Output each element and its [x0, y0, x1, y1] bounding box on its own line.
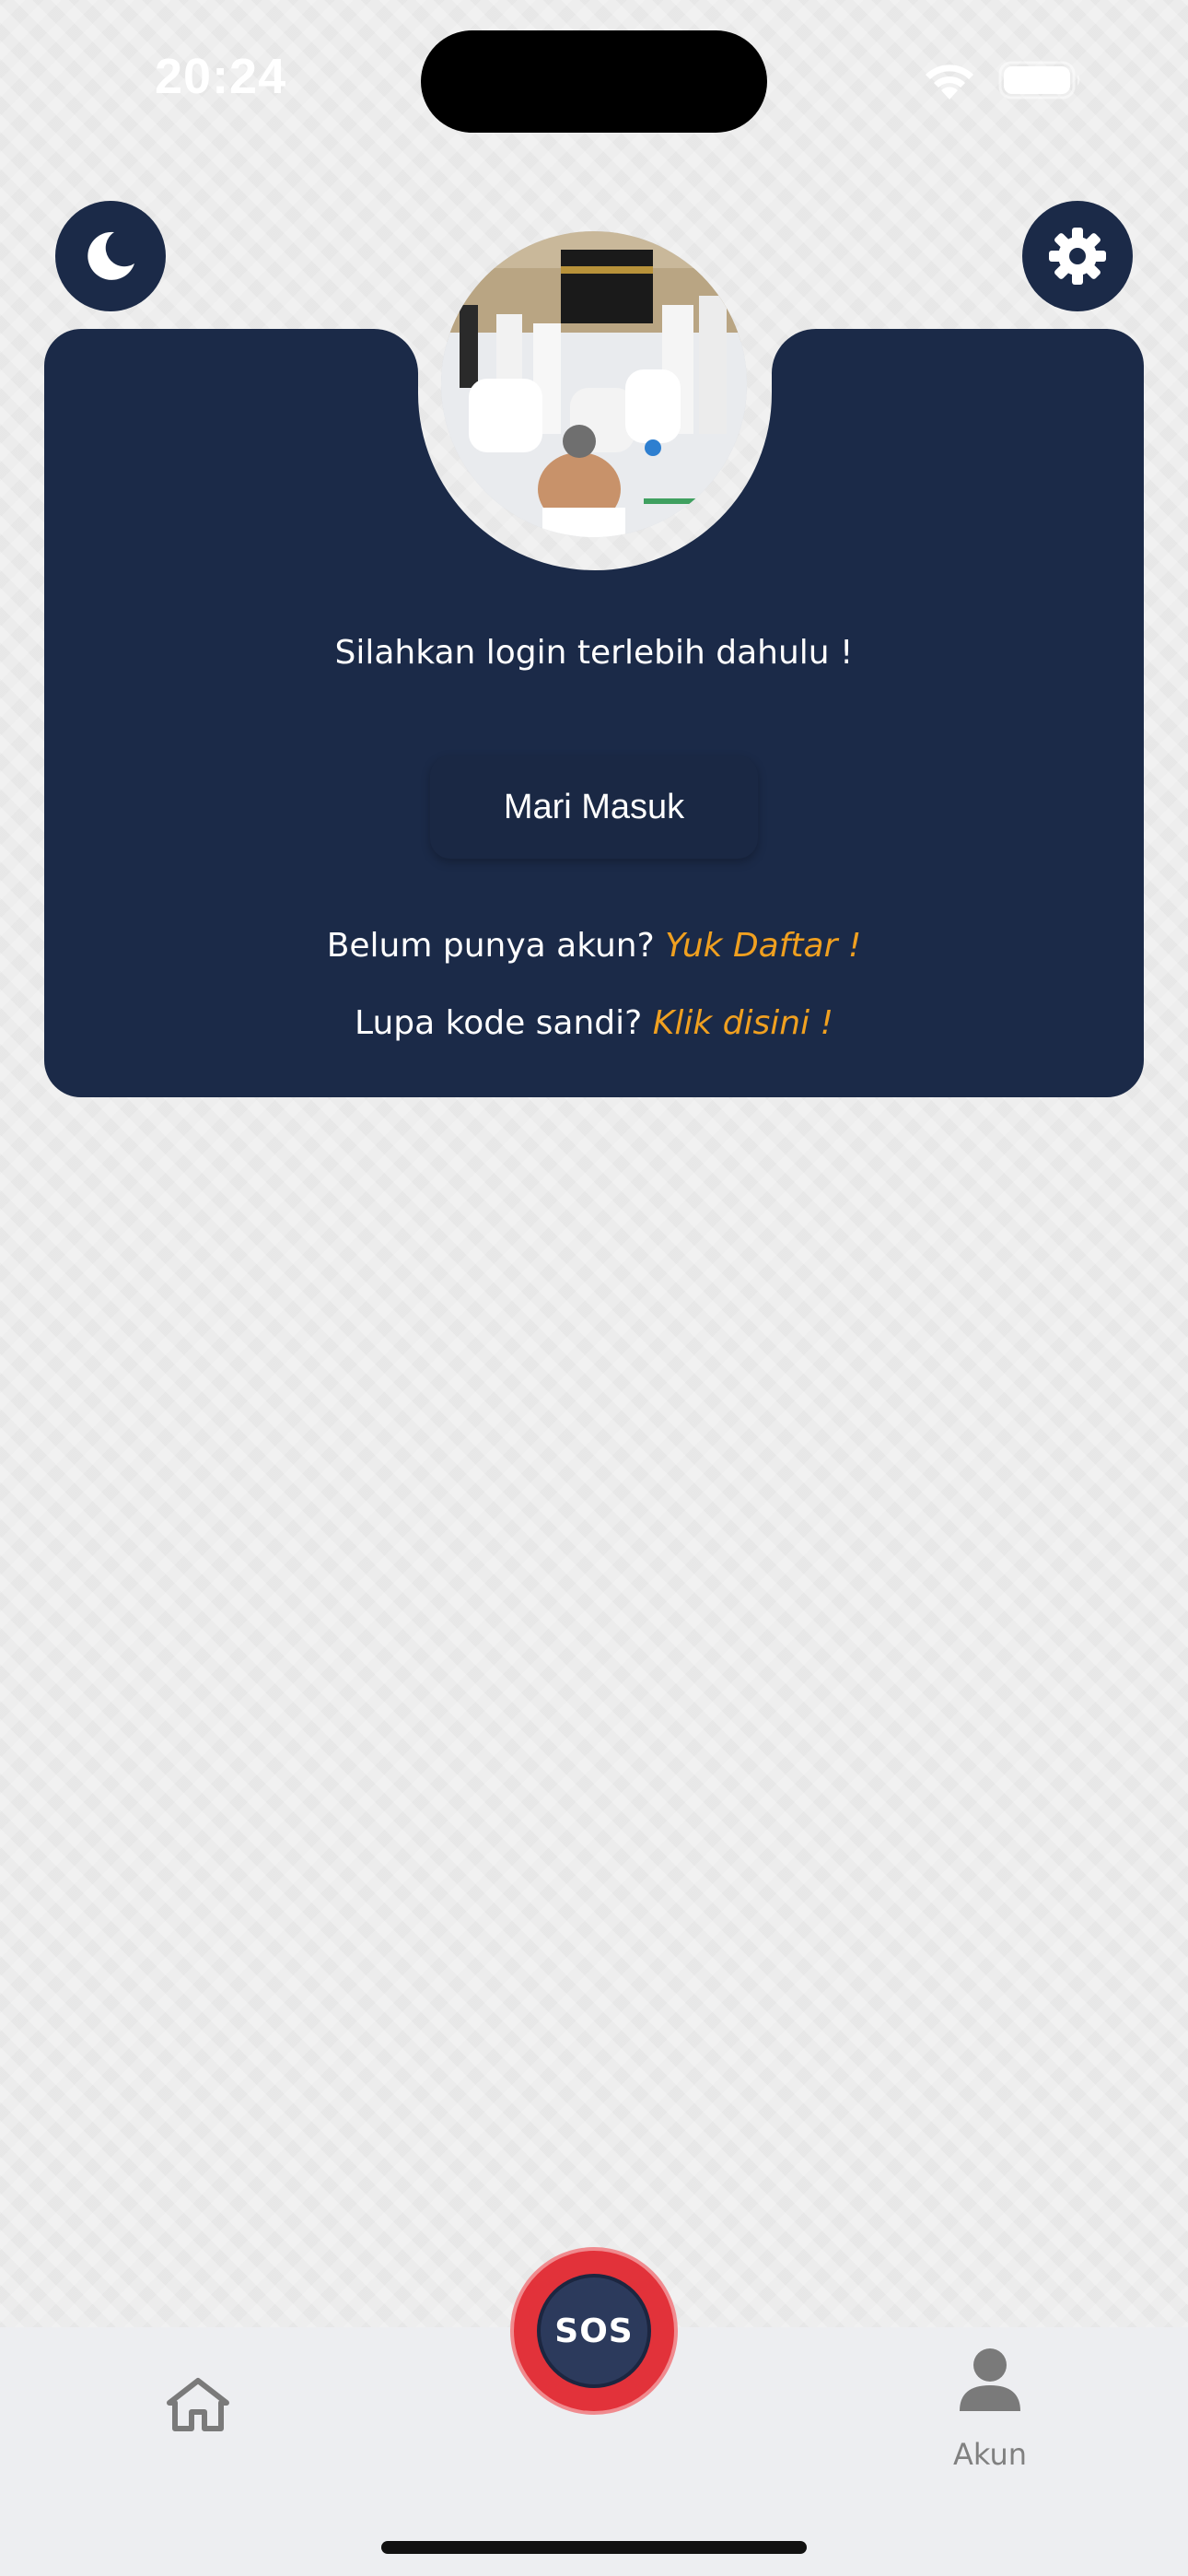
battery-icon: [998, 61, 1080, 100]
user-icon: [960, 2348, 1020, 2411]
home-indicator: [381, 2541, 807, 2554]
avatar-photo: [441, 231, 747, 537]
dynamic-island: [421, 30, 767, 133]
register-link[interactable]: Yuk Daftar !: [665, 927, 861, 965]
forgot-password-link[interactable]: Klik disini !: [653, 1004, 833, 1042]
status-bar: 20:24: [0, 0, 1188, 157]
login-button[interactable]: Mari Masuk: [430, 755, 758, 859]
theme-toggle-button[interactable]: [55, 201, 166, 311]
sos-label: SOS: [537, 2274, 651, 2388]
home-icon[interactable]: [166, 2375, 230, 2434]
avatar: [441, 231, 747, 537]
forgot-password-line: Lupa kode sandi? Klik disini !: [44, 1004, 1144, 1042]
gear-icon: [1049, 228, 1106, 285]
settings-button[interactable]: [1022, 201, 1133, 311]
register-text: Belum punya akun?: [326, 927, 655, 965]
status-time: 20:24: [155, 49, 287, 104]
account-tab-label: Akun: [953, 2437, 1027, 2472]
login-prompt: Silahkan login terlebih dahulu !: [334, 634, 854, 672]
moon-icon: [87, 231, 134, 280]
forgot-password-text: Lupa kode sandi?: [355, 1004, 643, 1042]
wifi-icon: [926, 64, 973, 100]
sos-button[interactable]: SOS: [514, 2251, 674, 2411]
account-tab[interactable]: Akun: [949, 2345, 1031, 2483]
register-line: Belum punya akun? Yuk Daftar !: [44, 927, 1144, 965]
